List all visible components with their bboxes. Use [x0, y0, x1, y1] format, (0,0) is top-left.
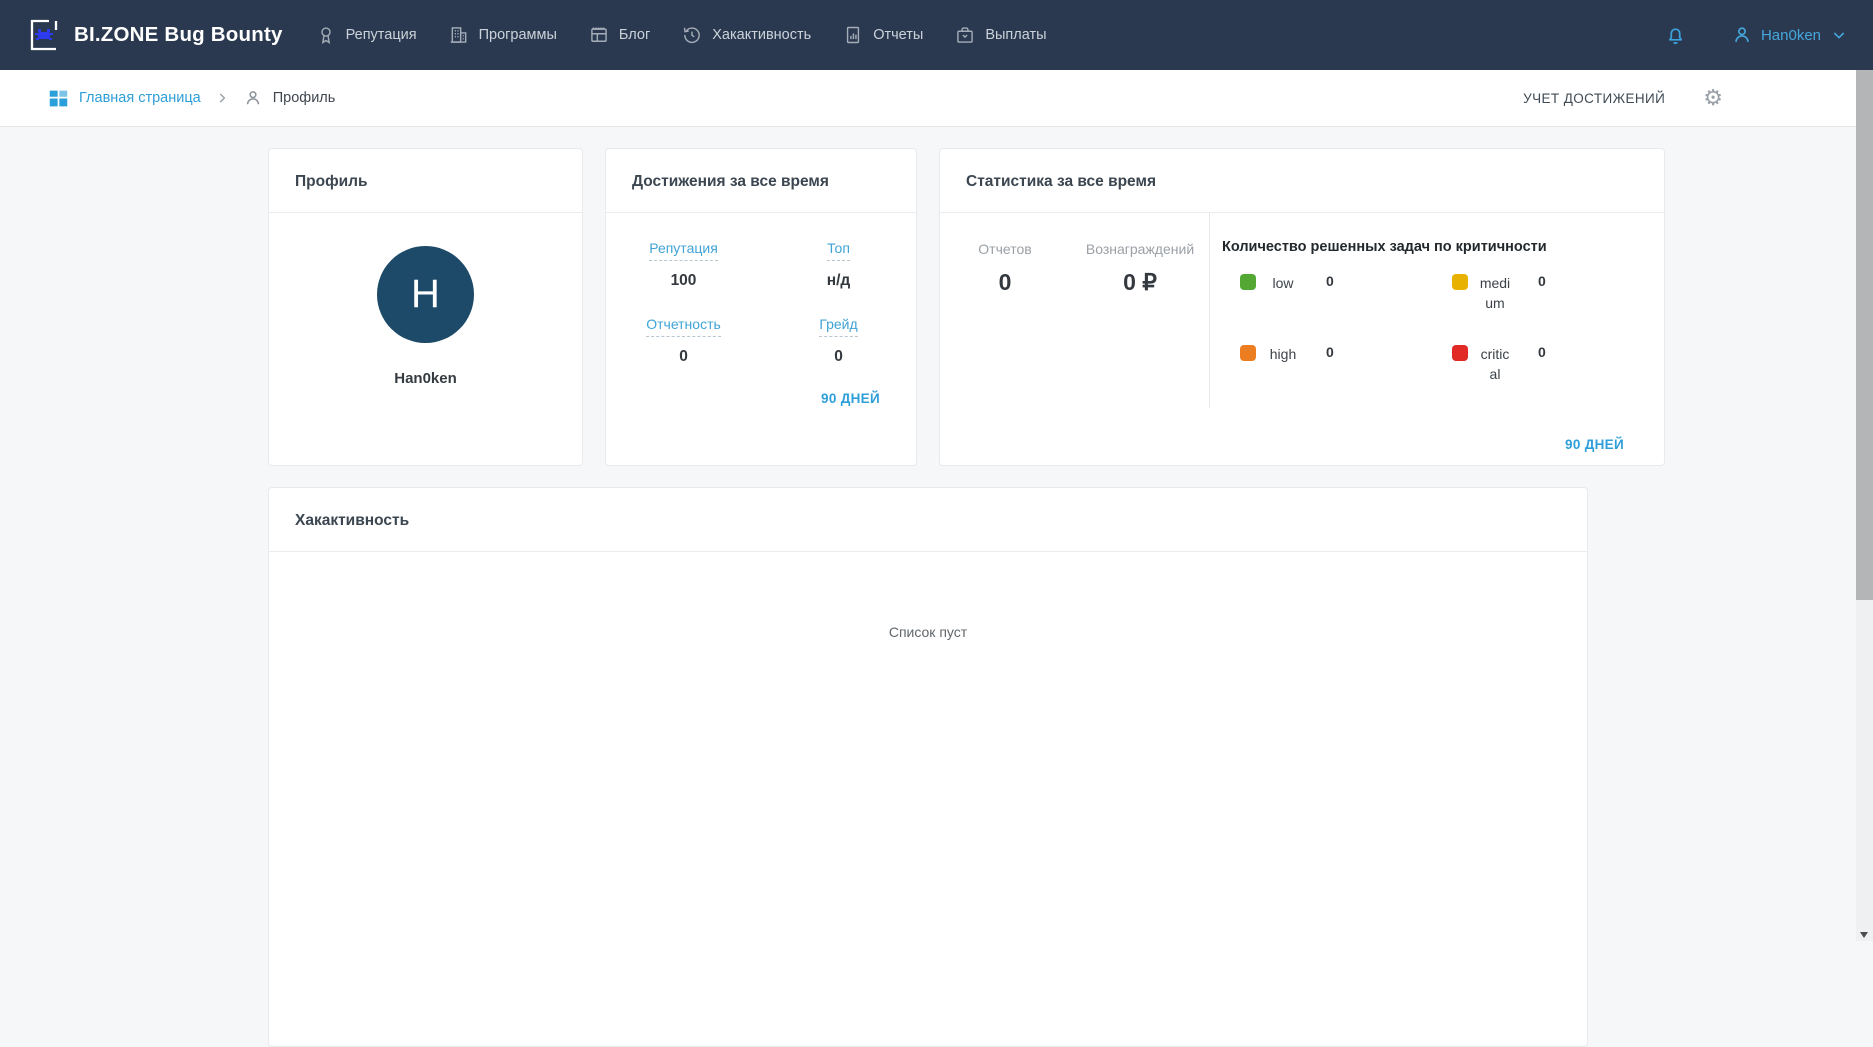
critical-value: 0 [1538, 343, 1546, 360]
profile-person-icon [243, 88, 263, 108]
reputation-label[interactable]: Репутация [649, 240, 718, 261]
chevron-right-icon [215, 91, 229, 105]
username-label: Han0ken [1760, 26, 1821, 44]
legend-item-critical: critical 0 [1452, 344, 1664, 385]
empty-list-label: Список пуст [888, 624, 968, 640]
reports-counter-value: 0 [998, 269, 1012, 295]
grade-label[interactable]: Грейд [819, 316, 858, 337]
breadcrumb-home-link[interactable]: Главная страница [48, 88, 201, 109]
high-value: 0 [1326, 343, 1334, 360]
achievement-reputation: Репутация 100 [606, 240, 761, 290]
building-icon [449, 25, 469, 45]
medium-swatch [1452, 274, 1468, 290]
report-icon [843, 25, 863, 45]
medium-label: medium [1479, 275, 1511, 312]
top-navbar: BI.ZONE Bug Bounty Репутация Программы Б… [0, 0, 1873, 70]
scrollbar-thumb[interactable] [1856, 70, 1873, 600]
nav-item-programs[interactable]: Программы [447, 19, 559, 51]
user-icon [1731, 24, 1753, 46]
statistics-body: Отчетов 0 Вознаграждений 0 ₽ Количество … [940, 213, 1664, 408]
nav-item-reports[interactable]: Отчеты [841, 19, 925, 51]
legend-item-medium: medium 0 [1452, 273, 1664, 314]
reputation-value: 100 [670, 272, 697, 289]
top-cards-row: Профиль H Han0ken Достижения за все врем… [268, 148, 1665, 466]
achievements-90-days-link[interactable]: 90 ДНЕЙ [821, 391, 880, 406]
legend-item-high: high 0 [1240, 344, 1452, 385]
achievements-card-title: Достижения за все время [606, 149, 916, 213]
profile-card-title: Профиль [269, 149, 582, 213]
statistics-card: Статистика за все время Отчетов 0 Вознаг… [939, 148, 1665, 466]
medal-icon [316, 25, 336, 45]
breadcrumb-current: Профиль [243, 88, 336, 108]
main-content: Профиль H Han0ken Достижения за все врем… [268, 148, 1665, 1047]
medium-value: 0 [1538, 273, 1546, 289]
hacktivity-card: Хакактивность Список пуст [268, 487, 1588, 1047]
reports-counter-label: Отчетов [978, 241, 1032, 257]
notifications-bell-icon[interactable] [1664, 24, 1687, 47]
user-menu[interactable]: Han0ken [1731, 24, 1847, 46]
statistics-counters: Отчетов 0 Вознаграждений 0 ₽ [940, 213, 1210, 408]
severity-legend: low 0 medium 0 high 0 critical 0 [1240, 273, 1664, 384]
low-swatch [1240, 274, 1256, 290]
achievements-grid: Репутация 100 Топ н/д Отчетность 0 Грейд… [606, 240, 916, 366]
gear-icon[interactable]: ⚙ [1703, 87, 1723, 109]
brand-logo[interactable]: BI.ZONE Bug Bounty [26, 17, 283, 53]
reporting-value: 0 [679, 348, 688, 365]
low-label: low [1272, 275, 1294, 291]
rewards-counter-label: Вознаграждений [1085, 241, 1195, 257]
achievement-grade: Грейд 0 [761, 316, 916, 366]
hacktivity-card-title: Хакактивность [269, 488, 1587, 552]
history-icon [682, 25, 702, 45]
nav-item-blog[interactable]: Блог [587, 19, 652, 51]
legend-item-low: low 0 [1240, 273, 1452, 314]
grade-value: 0 [834, 348, 843, 365]
top-label[interactable]: Топ [827, 240, 850, 261]
main-navigation: Репутация Программы Блог Хакактивность О… [314, 19, 1049, 51]
low-value: 0 [1326, 273, 1334, 289]
achievement-reporting: Отчетность 0 [606, 316, 761, 366]
nav-item-reputation[interactable]: Репутация [314, 19, 419, 51]
profile-card: Профиль H Han0ken [268, 148, 583, 466]
reporting-label[interactable]: Отчетность [646, 316, 721, 337]
critical-label: critical [1480, 345, 1510, 382]
critical-swatch [1452, 344, 1468, 361]
newspaper-icon [589, 25, 609, 45]
bizone-bug-logo-icon [26, 17, 62, 53]
achievements-accounting-label: УЧЕТ ДОСТИЖЕНИЙ [1523, 90, 1666, 106]
chevron-down-icon [1833, 32, 1845, 39]
statistics-card-title: Статистика за все время [940, 149, 1664, 213]
statistics-90-days-link[interactable]: 90 ДНЕЙ [1565, 437, 1624, 452]
brand-title: BI.ZONE Bug Bounty [74, 23, 283, 46]
severity-section: Количество решенных задач по критичности… [1210, 213, 1664, 408]
profile-card-body: H Han0ken [269, 246, 582, 387]
achievements-card: Достижения за все время Репутация 100 То… [605, 148, 917, 466]
nav-item-hacktivity[interactable]: Хакактивность [680, 19, 813, 51]
scrollbar-down-arrow-icon[interactable] [1860, 932, 1868, 938]
nav-item-payouts[interactable]: Выплаты [953, 19, 1048, 51]
rewards-counter-value: 0 ₽ [1123, 269, 1157, 295]
briefcase-icon [955, 25, 975, 45]
breadcrumb-right: УЧЕТ ДОСТИЖЕНИЙ ⚙ [1523, 87, 1723, 109]
reports-counter: Отчетов 0 [978, 241, 1031, 408]
avatar: H [377, 246, 474, 343]
high-label: high [1269, 345, 1297, 362]
high-swatch [1240, 344, 1256, 361]
breadcrumb-current-label: Профиль [272, 90, 336, 106]
profile-username: Han0ken [394, 370, 457, 387]
navbar-right: Han0ken [1664, 24, 1847, 47]
dashboard-grid-icon [48, 88, 69, 109]
vertical-scrollbar[interactable] [1856, 70, 1873, 941]
breadcrumb-bar: Главная страница Профиль УЧЕТ ДОСТИЖЕНИЙ… [0, 70, 1873, 127]
top-value: н/д [826, 272, 851, 289]
achievement-top: Топ н/д [761, 240, 916, 290]
breadcrumb-home-label: Главная страница [79, 90, 201, 106]
rewards-counter: Вознаграждений 0 ₽ [1086, 241, 1194, 408]
severity-section-title: Количество решенных задач по критичности [1222, 239, 1547, 255]
